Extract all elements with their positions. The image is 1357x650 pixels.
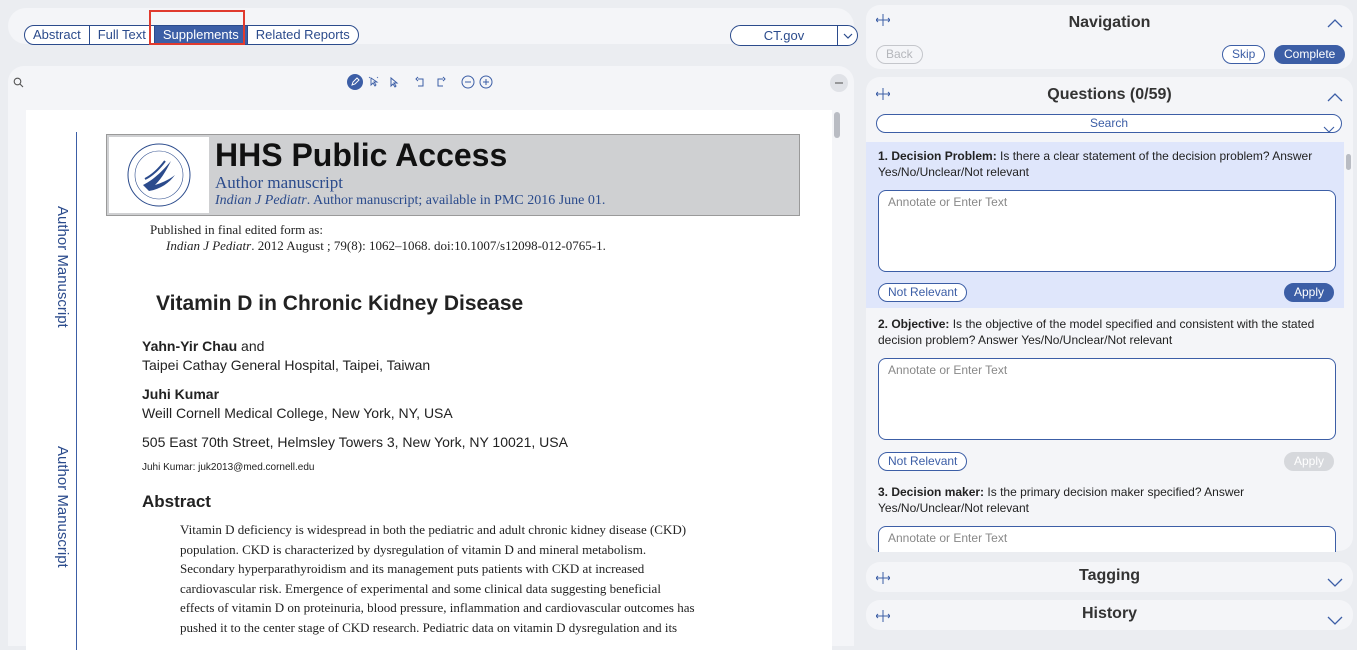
banner-availability: Indian J Pediatr. Author manuscript; ava… [215,193,606,208]
side-rule [76,132,77,650]
not-relevant-button[interactable]: Not Relevant [878,452,968,471]
side-label-bottom: Author Manuscript [54,446,71,568]
author-2-affiliation: Weill Cornell Medical College, New York,… [142,405,453,421]
question-item[interactable]: 1. Decision Problem: Is there a clear st… [866,142,1344,308]
zoom-in-icon[interactable] [478,74,494,90]
chevron-down-icon[interactable] [1327,574,1343,592]
pen-icon[interactable] [347,74,363,90]
author-email: Juhi Kumar: juk2013@med.cornell.edu [142,462,315,473]
document-tabs: Abstract Full Text Supplements Related R… [24,25,359,45]
document-scrollbar[interactable] [834,112,840,138]
question-text: 2. Objective: Is the objective of the mo… [878,317,1315,347]
source-select[interactable]: CT.gov [730,25,858,46]
apply-button[interactable]: Apply [1284,452,1335,471]
tab-supplements[interactable]: Supplements [154,26,248,44]
pointer-icon[interactable] [386,74,402,90]
banner-subtitle: Author manuscript [215,173,343,192]
question-item[interactable]: 2. Objective: Is the objective of the mo… [866,308,1344,476]
side-label-top: Author Manuscript [54,206,71,328]
chevron-up-icon[interactable] [1327,15,1343,33]
sidebar: Navigation Back Skip Complete Questions … [866,0,1353,642]
complete-button[interactable]: Complete [1274,45,1346,64]
history-title: History [1081,605,1138,622]
banner-title: HHS Public Access [215,137,508,173]
apply-button[interactable]: Apply [1284,283,1335,302]
author-address: 505 East 70th Street, Helmsley Towers 3,… [142,434,568,450]
question-text: 1. Decision Problem: Is there a clear st… [878,149,1313,179]
source-select-value: CT.gov [763,28,805,43]
chevron-down-icon[interactable] [1323,120,1335,138]
article-title: Vitamin D in Chronic Kidney Disease [156,292,524,315]
navigation-header[interactable]: Navigation [866,5,1353,37]
questions-scrollbar[interactable] [1346,154,1351,170]
rotate-left-icon[interactable] [413,74,429,90]
hhs-logo-icon [109,137,209,213]
question-item[interactable]: 3. Decision maker: Is the primary decisi… [866,476,1344,552]
abstract-line: population. CKD is characterized by dysr… [180,541,647,557]
select-text-icon[interactable] [366,74,382,90]
abstract-heading: Abstract [142,492,211,511]
abstract-line: effects of vitamin D on proteinuria, blo… [180,600,695,616]
question-text: 3. Decision maker: Is the primary decisi… [878,485,1245,515]
tab-full-text[interactable]: Full Text [90,26,155,44]
citation: Indian J Pediatr. 2012 August ; 79(8): 1… [166,238,606,253]
annotate-input[interactable]: Annotate or Enter Text [878,190,1336,272]
questions-title: Questions (0/59) [1047,86,1172,103]
author-1: Yahn-Yir Chau and [142,338,265,354]
hhs-banner: HHS Public Access Author manuscript Indi… [106,134,800,216]
document-page: Author Manuscript Author Manuscript HHS … [26,110,832,650]
abstract-line: pushed it to the center stage of CKD res… [180,619,678,635]
tagging-panel[interactable]: Tagging [866,562,1353,592]
abstract-line: Vitamin D deficiency is widespread in bo… [180,522,687,537]
author-2: Juhi Kumar [142,386,220,402]
questions-header[interactable]: Questions (0/59) [866,77,1353,109]
question-search[interactable]: Search [876,114,1342,133]
tab-abstract[interactable]: Abstract [25,26,90,44]
navigation-panel: Navigation Back Skip Complete [866,5,1353,69]
abstract-body: Vitamin D deficiency is widespread in bo… [180,520,760,638]
skip-button[interactable]: Skip [1222,45,1266,64]
navigation-title: Navigation [1068,14,1151,31]
annotate-input[interactable]: Annotate or Enter Text [878,358,1336,440]
question-list: 1. Decision Problem: Is there a clear st… [866,142,1353,552]
tab-related-reports[interactable]: Related Reports [248,26,358,44]
not-relevant-button[interactable]: Not Relevant [878,283,968,302]
pdf-viewer: Author Manuscript Author Manuscript HHS … [8,66,854,650]
abstract-line: cardiovascular risk. Emergence of experi… [180,580,661,596]
author-1-affiliation: Taipei Cathay General Hospital, Taipei, … [142,357,431,373]
history-panel[interactable]: History [866,600,1353,630]
zoom-out-icon[interactable] [460,74,476,90]
tagging-title: Tagging [1078,567,1141,584]
document-pane: Abstract Full Text Supplements Related R… [0,0,858,650]
search-icon[interactable] [10,74,26,90]
chevron-down-icon[interactable] [1327,612,1343,630]
viewer-toolbar [8,66,854,100]
chevron-up-icon[interactable] [1327,89,1343,107]
minimize-icon[interactable] [830,74,848,92]
question-search-label: Search [1089,116,1129,130]
abstract-line: Secondary hyperparathyroidism and its ma… [180,561,645,577]
annotate-input[interactable]: Annotate or Enter Text [878,526,1336,552]
back-button[interactable]: Back [876,45,923,64]
tab-bar: Abstract Full Text Supplements Related R… [8,8,858,46]
chevron-down-icon[interactable] [837,25,857,46]
published-label: Published in final edited form as: [150,222,323,237]
rotate-right-icon[interactable] [432,74,448,90]
